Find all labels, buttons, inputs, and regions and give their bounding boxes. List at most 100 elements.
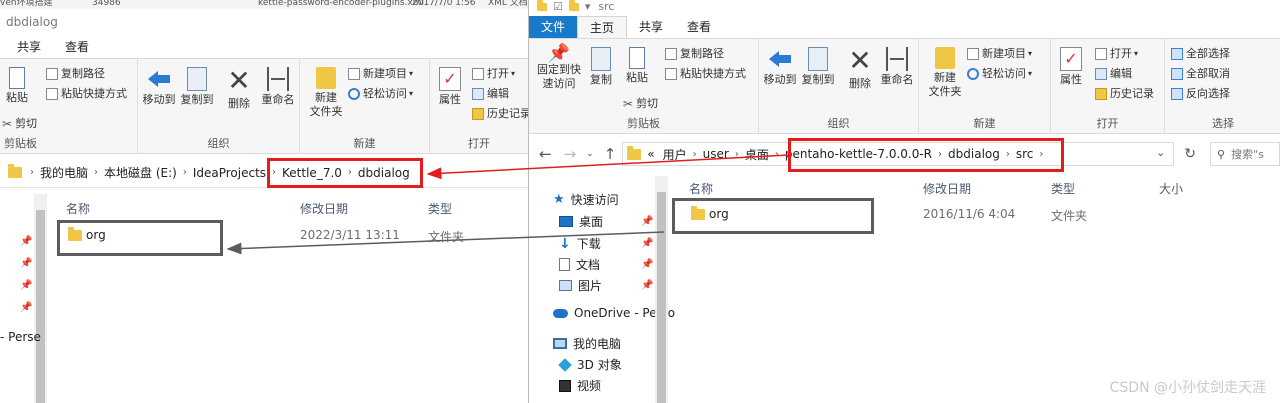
open-icon [1095,48,1107,60]
nav-scrollbar[interactable] [655,176,668,403]
column-header-name[interactable]: 名称 [66,200,90,217]
pin-icon: 📌 [20,258,33,269]
copy-to-icon [808,47,828,71]
paste-shortcut-button[interactable]: 粘贴快捷方式 [46,85,127,103]
paste-button[interactable]: 粘贴 [4,67,30,105]
breadcrumb-overflow[interactable]: « [647,147,654,161]
address-bar[interactable]: › 我的电脑 › 本地磁盘 (E:) › IdeaProjects › Kett… [0,158,528,188]
right-explorer-window: ☑ ▾ src 文件 主页 共享 查看 📌 固定到快 速访问 复制 粘贴 复制路径… [528,0,1280,403]
delete-button[interactable]: ✕ 删除 [845,47,875,91]
rename-button[interactable]: 重命名 [879,47,915,87]
new-item-button[interactable]: 新建项目 ▾ [967,45,1032,63]
edit-button[interactable]: 编辑 [472,85,509,103]
copy-to-button[interactable]: 复制到 [801,47,835,87]
folder-highlight-box [57,220,223,256]
row-date: 2022/3/11 13:11 [300,228,400,242]
nav-scrollbar[interactable] [34,194,47,403]
cut-button[interactable]: ✂ 剪切 [623,95,658,113]
tab-view[interactable]: 查看 [53,36,101,58]
search-placeholder: 搜索"s [1231,148,1264,161]
search-input[interactable]: ⚲ 搜索"s [1210,142,1280,166]
breadcrumb-item[interactable]: 本地磁盘 (E:) [104,164,177,181]
paste-button[interactable]: 粘贴 [623,47,651,85]
easy-access-button[interactable]: 轻松访问 ▾ [348,85,413,103]
tab-share[interactable]: 共享 [0,36,53,58]
nav-item-3d-objects[interactable]: 3D 对象 [558,356,622,373]
star-icon: ★ [553,192,565,207]
refresh-icon[interactable]: ↻ [1184,146,1196,162]
forward-arrow-icon[interactable]: → [564,145,577,163]
organize-group: 移动到 复制到 ✕ 删除 重命名 组织 [138,59,300,153]
open-button[interactable]: 打开 ▾ [1095,45,1138,63]
check-icon: ☑ [553,0,563,13]
address-dropdown-icon[interactable]: ⌄ [1156,146,1165,159]
column-header-type[interactable]: 类型 [1051,180,1075,197]
paste-label: 粘贴 [6,91,28,104]
ribbon-tabs: 文件 主页 共享 查看 [529,16,1280,38]
breadcrumb-item[interactable]: 我的电脑 [40,164,88,181]
background-strip-date: 2017/7/0 1:56 [412,0,476,8]
tab-home[interactable]: 主页 [577,16,628,38]
pin-icon: 📌 [641,238,654,249]
nav-item-label: 快速访问 [570,193,619,207]
new-item-button[interactable]: 新建项目 ▾ [348,65,413,83]
breadcrumb-item[interactable]: user [703,147,729,161]
nav-item-quick-access[interactable]: ★ 快速访问 [553,191,619,208]
tab-share[interactable]: 共享 [627,16,675,38]
scrollbar-thumb[interactable] [657,192,666,403]
scrollbar-thumb[interactable] [36,210,45,403]
history-button[interactable]: 历史记录 [472,105,528,123]
move-to-button[interactable]: 移动到 [142,67,176,107]
pin-icon: 📌 [20,236,33,247]
easy-access-button[interactable]: 轻松访问 ▾ [967,65,1032,83]
copy-path-button[interactable]: 复制路径 [46,65,105,83]
nav-item-label: 图片 [578,279,603,293]
properties-button[interactable]: ✓ 属性 [436,67,464,107]
back-arrow-icon[interactable]: ← [539,145,552,163]
nav-item-downloads[interactable]: ↓ 下载 [559,235,601,252]
column-header-size[interactable]: 大小 [1159,180,1183,197]
pin-icon: 📌 [641,259,654,270]
tab-view[interactable]: 查看 [675,16,723,38]
copy-path-button[interactable]: 复制路径 [665,45,724,63]
copy-button[interactable]: 复制 [587,47,615,87]
new-folder-button[interactable]: 新建 文件夹 [308,67,344,119]
select-none-button[interactable]: 全部取消 [1171,65,1230,83]
properties-icon: ✓ [439,67,461,91]
chevron-down-icon: ▾ [511,69,516,78]
history-button[interactable]: 历史记录 [1095,85,1154,103]
column-header-date[interactable]: 修改日期 [923,180,971,197]
copy-to-button[interactable]: 复制到 [180,67,214,107]
pin-quick-access-button[interactable]: 📌 固定到快 速访问 [535,45,583,91]
move-to-button[interactable]: 移动到 [763,47,797,87]
cut-button[interactable]: ✂ 剪切 [2,115,37,133]
select-all-button[interactable]: 全部选择 [1171,45,1230,63]
nav-item-this-pc[interactable]: 我的电脑 [553,335,621,352]
recent-dropdown-icon[interactable]: ⌄ [586,149,594,159]
properties-button[interactable]: ✓ 属性 [1057,47,1085,87]
column-header-type[interactable]: 类型 [428,200,452,217]
nav-item-desktop[interactable]: 桌面 [559,213,603,230]
up-arrow-icon[interactable]: ↑ [604,145,617,163]
nav-item-videos[interactable]: 视频 [559,377,601,394]
invert-selection-label: 反向选择 [1186,87,1230,100]
breadcrumb-item[interactable]: 用户 [663,146,687,163]
nav-onedrive-stub[interactable]: - Perse [0,330,41,344]
nav-item-pictures[interactable]: 图片 [559,277,602,294]
breadcrumb-item[interactable]: 桌面 [745,146,769,163]
delete-button[interactable]: ✕ 删除 [224,67,254,111]
invert-selection-button[interactable]: 反向选择 [1171,85,1230,103]
breadcrumb-item[interactable]: IdeaProjects [193,166,266,180]
tab-file[interactable]: 文件 [529,16,578,38]
new-folder-button[interactable]: 新建 文件夹 [927,47,963,99]
paste-shortcut-icon [665,68,677,80]
column-header-name[interactable]: 名称 [689,180,713,197]
open-button[interactable]: 打开 ▾ [472,65,515,83]
rename-button[interactable]: 重命名 [260,67,296,107]
copy-to-label: 复制到 [801,73,835,86]
nav-item-documents[interactable]: 文档 [559,256,600,273]
paste-icon [9,67,25,89]
column-header-date[interactable]: 修改日期 [300,200,348,217]
edit-button[interactable]: 编辑 [1095,65,1132,83]
paste-shortcut-button[interactable]: 粘贴快捷方式 [665,65,746,83]
